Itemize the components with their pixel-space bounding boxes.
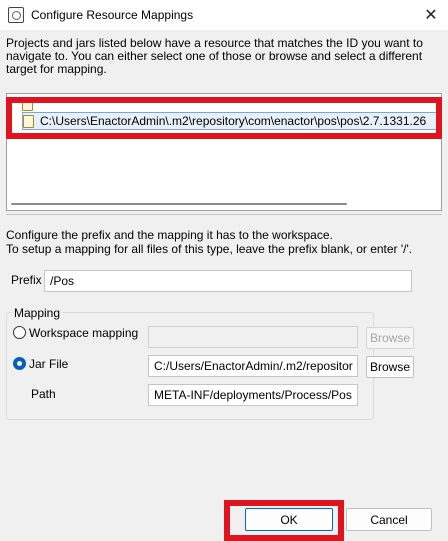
prefix-description-line2: To setup a mapping for all files of this… (6, 242, 413, 256)
close-icon[interactable]: ✕ (414, 0, 448, 30)
workspace-mapping-label: Workspace mapping (29, 326, 139, 340)
jar-file-input[interactable]: C:/Users/EnactorAdmin/.m2/repositor (148, 355, 358, 377)
highlight-box-list (6, 97, 442, 139)
prefix-input[interactable]: /Pos (44, 270, 412, 292)
path-label: Path (31, 387, 56, 401)
separator (6, 214, 442, 215)
cancel-button[interactable]: Cancel (346, 508, 432, 531)
jar-browse-button[interactable]: Browse (366, 356, 414, 378)
workspace-browse-button[interactable]: Browse (366, 327, 414, 349)
window-title: Configure Resource Mappings (31, 8, 194, 22)
horizontal-scrollbar[interactable] (11, 203, 347, 205)
prefix-description: Configure the prefix and the mapping it … (6, 228, 442, 256)
jar-file-radio[interactable] (13, 357, 26, 370)
title-bar: Configure Resource Mappings ✕ (0, 0, 448, 30)
workspace-mapping-radio[interactable] (13, 326, 26, 339)
path-input[interactable]: META-INF/deployments/Process/Pos (148, 384, 358, 406)
highlight-box-ok (224, 500, 344, 541)
app-icon (8, 7, 24, 23)
description-text: Projects and jars listed below have a re… (6, 36, 423, 76)
workspace-mapping-input[interactable] (148, 326, 358, 348)
mapping-group-label: Mapping (12, 306, 63, 320)
prefix-label: Prefix (11, 273, 42, 287)
prefix-description-line1: Configure the prefix and the mapping it … (6, 228, 333, 242)
jar-file-label: Jar File (29, 357, 69, 371)
